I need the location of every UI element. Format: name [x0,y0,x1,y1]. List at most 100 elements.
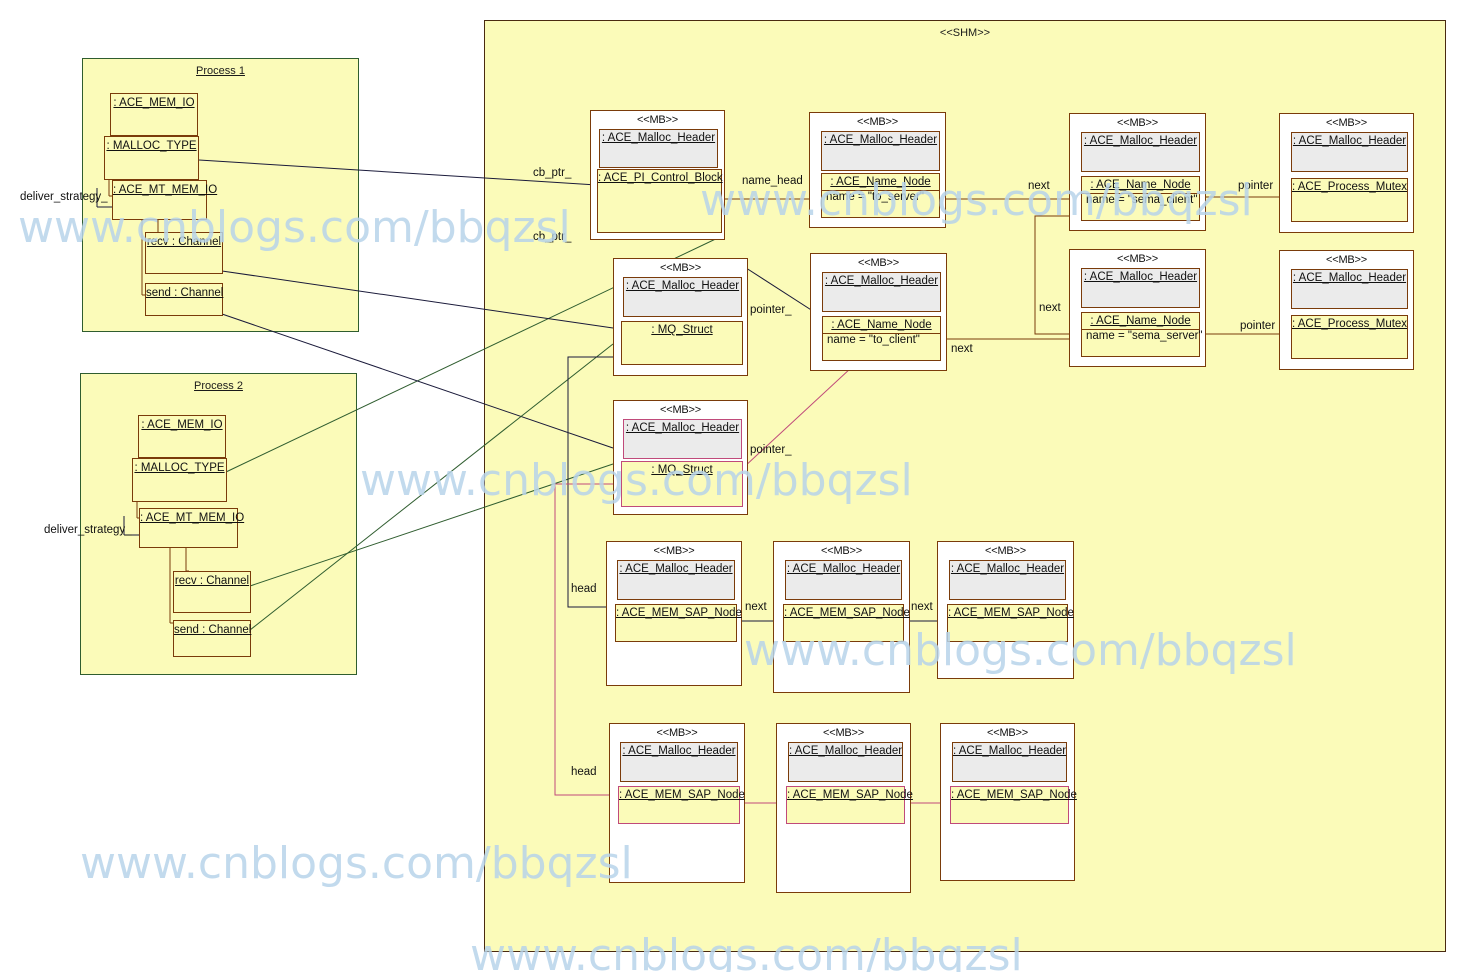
mb-stereotype: <<MB>> [653,545,695,557]
slot-name-node[interactable]: : ACE_Name_Node name = "sema_server" [1081,312,1203,357]
slot-label: : ACE_MEM_SAP_Node [619,789,745,801]
mb-control-block[interactable]: <<MB>> : ACE_Malloc_Header : ACE_PI_Cont… [590,110,725,240]
slot-attribute: name = "to_server" [822,190,939,203]
object-label: send : Channel [146,287,224,299]
slot-mem-sap-node[interactable]: : ACE_MEM_SAP_Node [947,604,1074,642]
slot-label: : ACE_Name_Node [831,319,932,331]
slot-malloc-header[interactable]: : ACE_Malloc_Header [822,272,941,312]
object-send-channel-p2[interactable]: send : Channel [173,620,251,657]
mb-mq-struct-1[interactable]: <<MB>> : ACE_Malloc_Header : MQ_Struct [613,258,748,376]
mb-stereotype: <<MB>> [823,727,864,739]
object-label: : MALLOC_TYPE [134,462,225,474]
object-ace-mem-io-p2[interactable]: : ACE_MEM_IO [138,415,226,458]
slot-mq-struct[interactable]: : MQ_Struct [621,321,743,365]
object-recv-channel-p1[interactable]: recv : Channel [145,232,223,274]
mb-stereotype: <<MB>> [1117,253,1158,265]
slot-mem-sap-node[interactable]: : ACE_MEM_SAP_Node [618,786,745,824]
slot-name-node[interactable]: : ACE_Name_Node name = "to_client" [822,316,941,361]
mb-name-node-to-client[interactable]: <<MB>> : ACE_Malloc_Header : ACE_Name_No… [810,253,947,371]
slot-malloc-header[interactable]: : ACE_Malloc_Header [949,560,1066,600]
edge-label-deliver-strategy-1: deliver_strategy_ [20,191,108,203]
slot-label: : ACE_Malloc_Header [625,422,740,434]
mb-sap-node-a3[interactable]: <<MB>> : ACE_Malloc_Header : ACE_MEM_SAP… [937,541,1074,679]
slot-label: : ACE_Name_Node [1090,179,1191,191]
slot-label: : ACE_Malloc_Header [950,563,1065,575]
slot-label: : ACE_Process_Mutex [1292,318,1408,330]
package-process-2-title: Process 2 [194,380,243,392]
mb-sap-node-b1[interactable]: <<MB>> : ACE_Malloc_Header : ACE_MEM_SAP… [609,723,745,883]
slot-name-node[interactable]: : ACE_Name_Node name = "to_server" [821,173,940,218]
edge-label-pointer-2: pointer [1240,320,1276,332]
object-label: : MALLOC_TYPE [106,140,197,152]
object-label: recv : Channel [146,236,222,248]
object-send-channel-p1[interactable]: send : Channel [145,283,223,316]
slot-mem-sap-node[interactable]: : ACE_MEM_SAP_Node [615,604,742,642]
mb-stereotype: <<MB>> [987,727,1028,739]
slot-process-mutex[interactable]: : ACE_Process_Mutex [1291,178,1408,222]
slot-label: : ACE_Malloc_Header [1292,135,1407,147]
slot-label: : ACE_Malloc_Header [1292,272,1407,284]
object-label: : ACE_MT_MEM_IO [113,184,218,196]
package-shm-title: <<SHM>> [939,27,991,39]
mb-mq-struct-2[interactable]: <<MB>> : ACE_Malloc_Header : MQ_Struct [613,400,748,515]
edge-label-cb-ptr-2: cb_ptr_ [533,231,572,243]
edge-label-deliver-strategy-2: deliver_strategy_ [44,524,132,536]
slot-pi-control-block[interactable]: : ACE_PI_Control_Block [597,169,723,233]
slot-malloc-header[interactable]: : ACE_Malloc_Header [617,560,735,600]
diagram-canvas: www.cnblogs.com/bbqzsl www.cnblogs.com/b… [0,0,1463,972]
mb-sap-node-a1[interactable]: <<MB>> : ACE_Malloc_Header : ACE_MEM_SAP… [606,541,742,686]
mb-stereotype: <<MB>> [660,262,701,274]
slot-malloc-header[interactable]: : ACE_Malloc_Header [1081,268,1200,308]
slot-label: : ACE_Malloc_Header [1083,135,1198,147]
object-ace-mt-mem-io-p2[interactable]: : ACE_MT_MEM_IO [139,508,244,548]
mb-name-node-sema-client[interactable]: <<MB>> : ACE_Malloc_Header : ACE_Name_No… [1069,113,1206,231]
slot-name-node[interactable]: : ACE_Name_Node name = "sema_client" [1081,176,1200,221]
slot-malloc-header[interactable]: : ACE_Malloc_Header [1081,132,1200,172]
slot-mem-sap-node[interactable]: : ACE_MEM_SAP_Node [783,604,910,642]
mb-stereotype: <<MB>> [1117,117,1158,129]
mb-process-mutex-client[interactable]: <<MB>> : ACE_Malloc_Header : ACE_Process… [1279,113,1414,233]
slot-label: : ACE_Malloc_Header [625,280,740,292]
slot-malloc-header[interactable]: : ACE_Malloc_Header [623,419,742,459]
object-label: recv : Channel [174,575,250,587]
slot-label: : ACE_Malloc_Header [786,563,901,575]
slot-malloc-header[interactable]: : ACE_Malloc_Header [785,560,902,600]
mb-sap-node-b2[interactable]: <<MB>> : ACE_Malloc_Header : ACE_MEM_SAP… [776,723,913,893]
object-malloc-type-p2[interactable]: : MALLOC_TYPE [132,458,227,502]
slot-malloc-header[interactable]: : ACE_Malloc_Header [1291,132,1408,172]
slot-label: : ACE_Malloc_Header [824,275,939,287]
slot-malloc-header[interactable]: : ACE_Malloc_Header [599,129,718,168]
slot-malloc-header[interactable]: : ACE_Malloc_Header [623,277,742,317]
mb-process-mutex-server[interactable]: <<MB>> : ACE_Malloc_Header : ACE_Process… [1279,250,1414,370]
package-process-1-title: Process 1 [196,65,245,77]
edge-label-pointer-1: pointer [1238,180,1274,192]
mb-name-node-to-server[interactable]: <<MB>> : ACE_Malloc_Header : ACE_Name_No… [809,112,946,228]
object-label: : ACE_MEM_IO [113,97,195,109]
slot-mem-sap-node[interactable]: : ACE_MEM_SAP_Node [786,786,913,824]
slot-label: : ACE_Malloc_Header [619,563,733,575]
edge-label-next-1: next [1028,180,1050,192]
slot-malloc-header[interactable]: : ACE_Malloc_Header [788,742,903,782]
edge-label-name-head: name_head [742,175,803,187]
object-ace-mem-io-p1[interactable]: : ACE_MEM_IO [110,93,198,136]
edge-label-next-2: next [1039,302,1061,314]
object-recv-channel-p2[interactable]: recv : Channel [173,571,251,613]
slot-mem-sap-node[interactable]: : ACE_MEM_SAP_Node [950,786,1077,824]
edge-label-next-sap-a1: next [745,601,767,613]
mb-name-node-sema-server[interactable]: <<MB>> : ACE_Malloc_Header : ACE_Name_No… [1069,249,1206,367]
mb-sap-node-b3[interactable]: <<MB>> : ACE_Malloc_Header : ACE_MEM_SAP… [940,723,1077,881]
object-malloc-type-p1[interactable]: : MALLOC_TYPE [104,136,199,180]
slot-mq-struct[interactable]: : MQ_Struct [621,461,743,507]
slot-malloc-header[interactable]: : ACE_Malloc_Header [821,131,940,171]
mb-sap-node-a2[interactable]: <<MB>> : ACE_Malloc_Header : ACE_MEM_SAP… [773,541,910,693]
mb-stereotype: <<MB>> [660,404,701,416]
slot-malloc-header[interactable]: : ACE_Malloc_Header [620,742,738,782]
slot-malloc-header[interactable]: : ACE_Malloc_Header [1291,269,1408,309]
slot-malloc-header[interactable]: : ACE_Malloc_Header [952,742,1067,782]
object-ace-mt-mem-io-p1[interactable]: : ACE_MT_MEM_IO [112,180,218,220]
edge-label-head-1: head [571,583,597,595]
mb-stereotype: <<MB>> [857,116,898,128]
object-label: : ACE_MEM_IO [141,419,223,431]
slot-label: : ACE_Malloc_Header [1083,271,1198,283]
slot-process-mutex[interactable]: : ACE_Process_Mutex [1291,315,1408,359]
